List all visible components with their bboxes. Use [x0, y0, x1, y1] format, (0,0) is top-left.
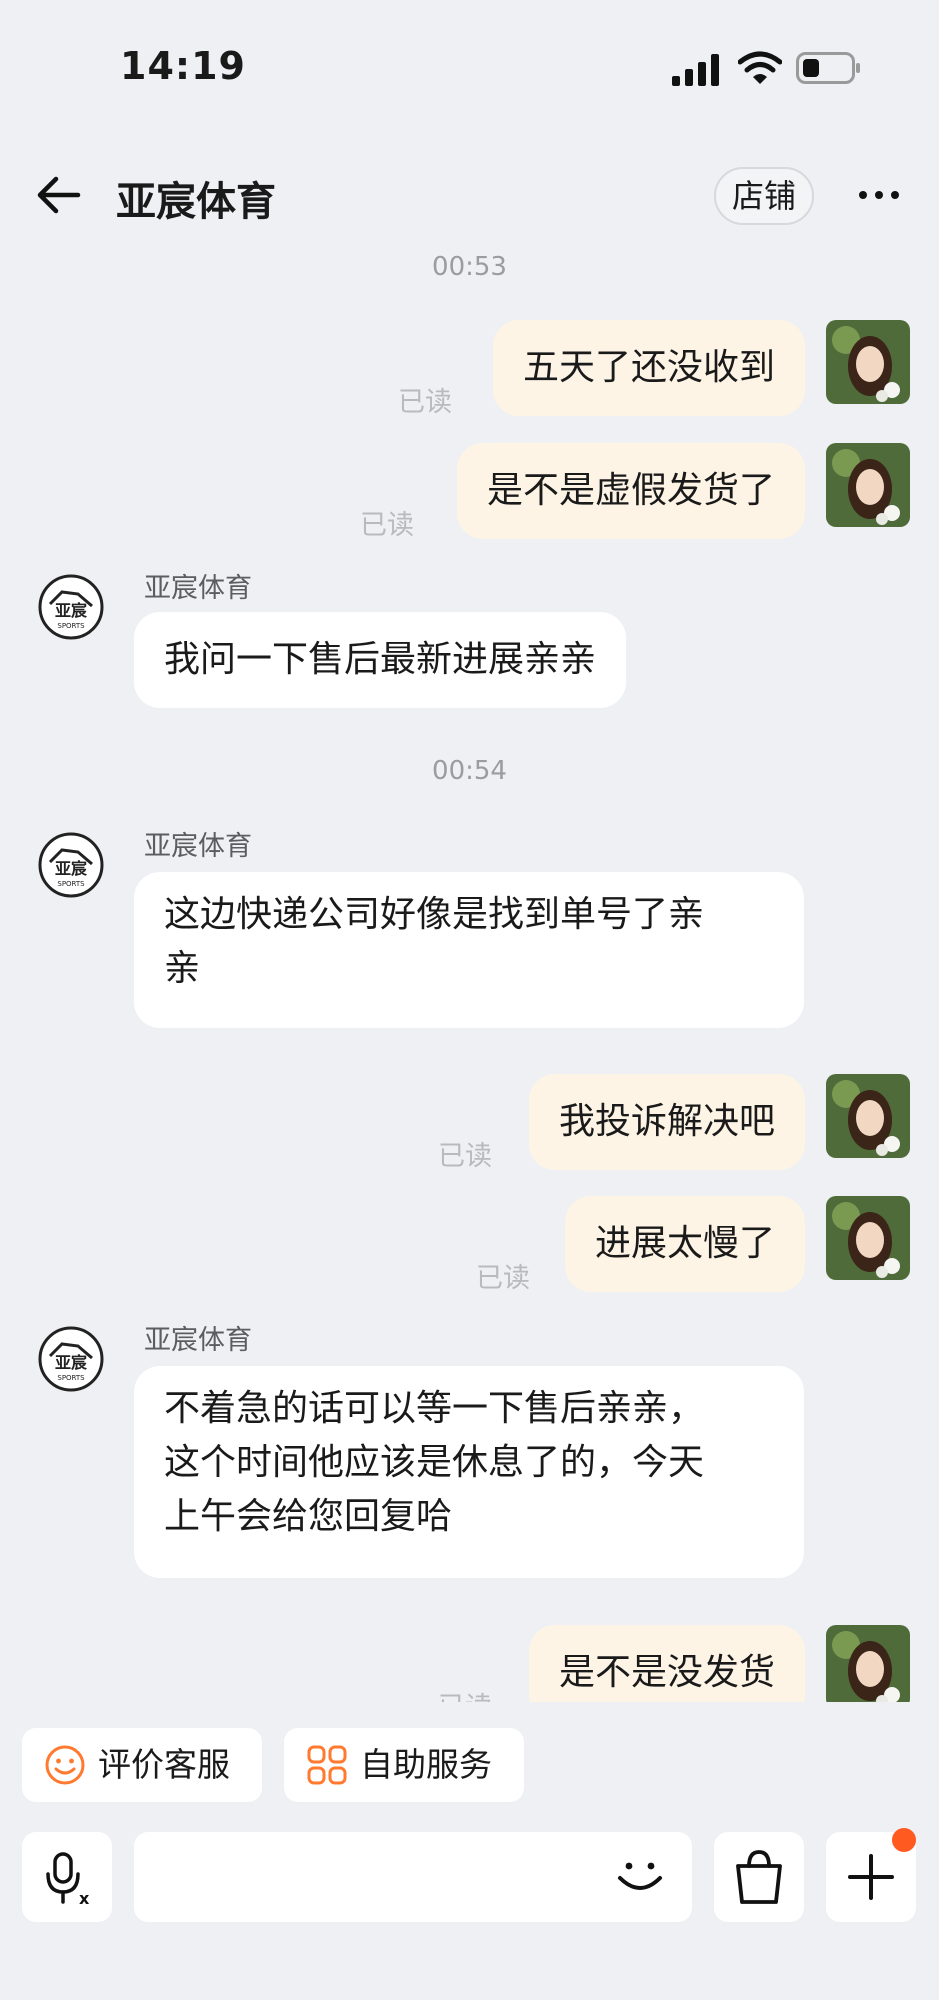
quick-action-label: 评价客服: [98, 1745, 230, 1784]
notification-dot: [892, 1828, 916, 1852]
shop-avatar[interactable]: 亚宸 SPORTS: [38, 574, 104, 640]
user-avatar[interactable]: [826, 320, 910, 404]
outgoing-message[interactable]: 进展太慢了: [564, 1196, 805, 1292]
user-avatar[interactable]: [826, 443, 910, 527]
wifi-icon: [738, 51, 782, 84]
svg-text:亚宸: 亚宸: [55, 1353, 88, 1372]
timestamp: 00:54: [432, 756, 507, 786]
rate-service-button[interactable]: 评价客服: [22, 1728, 262, 1802]
shopping-bag-icon: [736, 1850, 782, 1904]
outgoing-message[interactable]: 五天了还没收到: [492, 320, 805, 416]
user-avatar[interactable]: [826, 1196, 910, 1280]
message-input[interactable]: [134, 1832, 692, 1922]
back-arrow-icon[interactable]: [34, 173, 84, 217]
microphone-icon: x: [46, 1852, 90, 1908]
shop-avatar[interactable]: 亚宸 SPORTS: [38, 832, 104, 898]
shopping-bag-button[interactable]: [714, 1832, 804, 1922]
svg-text:亚宸: 亚宸: [55, 859, 88, 878]
emoji-icon[interactable]: [610, 1846, 670, 1906]
svg-text:SPORTS: SPORTS: [57, 880, 85, 888]
store-button[interactable]: 店铺: [714, 167, 814, 225]
user-avatar[interactable]: [826, 1625, 910, 1702]
self-service-button[interactable]: 自助服务: [284, 1728, 524, 1802]
message-line: 这个时间他应该是休息了的，今天: [164, 1442, 705, 1483]
chat-scroll-edge: 是不是没发货 已读: [0, 1600, 939, 1702]
message-line: 不着急的话可以等一下售后亲亲，: [164, 1388, 705, 1429]
status-bar: 14:19: [0, 0, 939, 140]
incoming-message[interactable]: 我问一下售后最新进展亲亲: [134, 612, 627, 708]
page-title: 亚宸体育: [116, 179, 276, 225]
read-status: 已读: [360, 510, 414, 541]
status-time: 14:19: [120, 44, 246, 88]
cellular-signal-icon: [672, 54, 719, 86]
voice-input-button[interactable]: x: [22, 1832, 112, 1922]
read-status: 已读: [476, 1263, 530, 1294]
svg-text:亚宸: 亚宸: [55, 601, 88, 620]
outgoing-message[interactable]: 我投诉解决吧: [528, 1074, 805, 1170]
outgoing-message[interactable]: 是不是虚假发货了: [456, 443, 805, 539]
message-line: 上午会给您回复哈: [164, 1496, 453, 1537]
shop-avatar[interactable]: 亚宸 SPORTS: [38, 1326, 104, 1392]
battery-icon: [796, 52, 860, 84]
timestamp: 00:53: [432, 252, 507, 282]
message-line: 这边快递公司好像是找到单号了亲: [164, 894, 705, 935]
smile-icon: [45, 1745, 85, 1785]
grid-icon: [307, 1745, 347, 1785]
incoming-message[interactable]: 这边快递公司好像是找到单号了亲 亲: [134, 872, 804, 1028]
sender-name: 亚宸体育: [144, 573, 252, 604]
outgoing-message[interactable]: 是不是没发货: [528, 1625, 805, 1702]
user-avatar[interactable]: [826, 1074, 910, 1158]
message-line: 亲: [164, 948, 201, 989]
read-status: 已读: [438, 1685, 492, 1702]
input-bar: x: [0, 1820, 939, 2000]
more-options-icon[interactable]: [856, 175, 902, 215]
sender-name: 亚宸体育: [144, 831, 252, 862]
read-status: 已读: [438, 1141, 492, 1172]
read-status: 已读: [398, 387, 452, 418]
chat-header: 亚宸体育 店铺: [0, 155, 939, 235]
svg-text:SPORTS: SPORTS: [57, 622, 85, 630]
svg-text:x: x: [79, 1889, 90, 1908]
sender-name: 亚宸体育: [144, 1325, 252, 1356]
svg-text:SPORTS: SPORTS: [57, 1374, 85, 1382]
quick-action-label: 自助服务: [360, 1745, 492, 1784]
incoming-message[interactable]: 不着急的话可以等一下售后亲亲， 这个时间他应该是休息了的，今天 上午会给您回复哈: [134, 1366, 804, 1578]
